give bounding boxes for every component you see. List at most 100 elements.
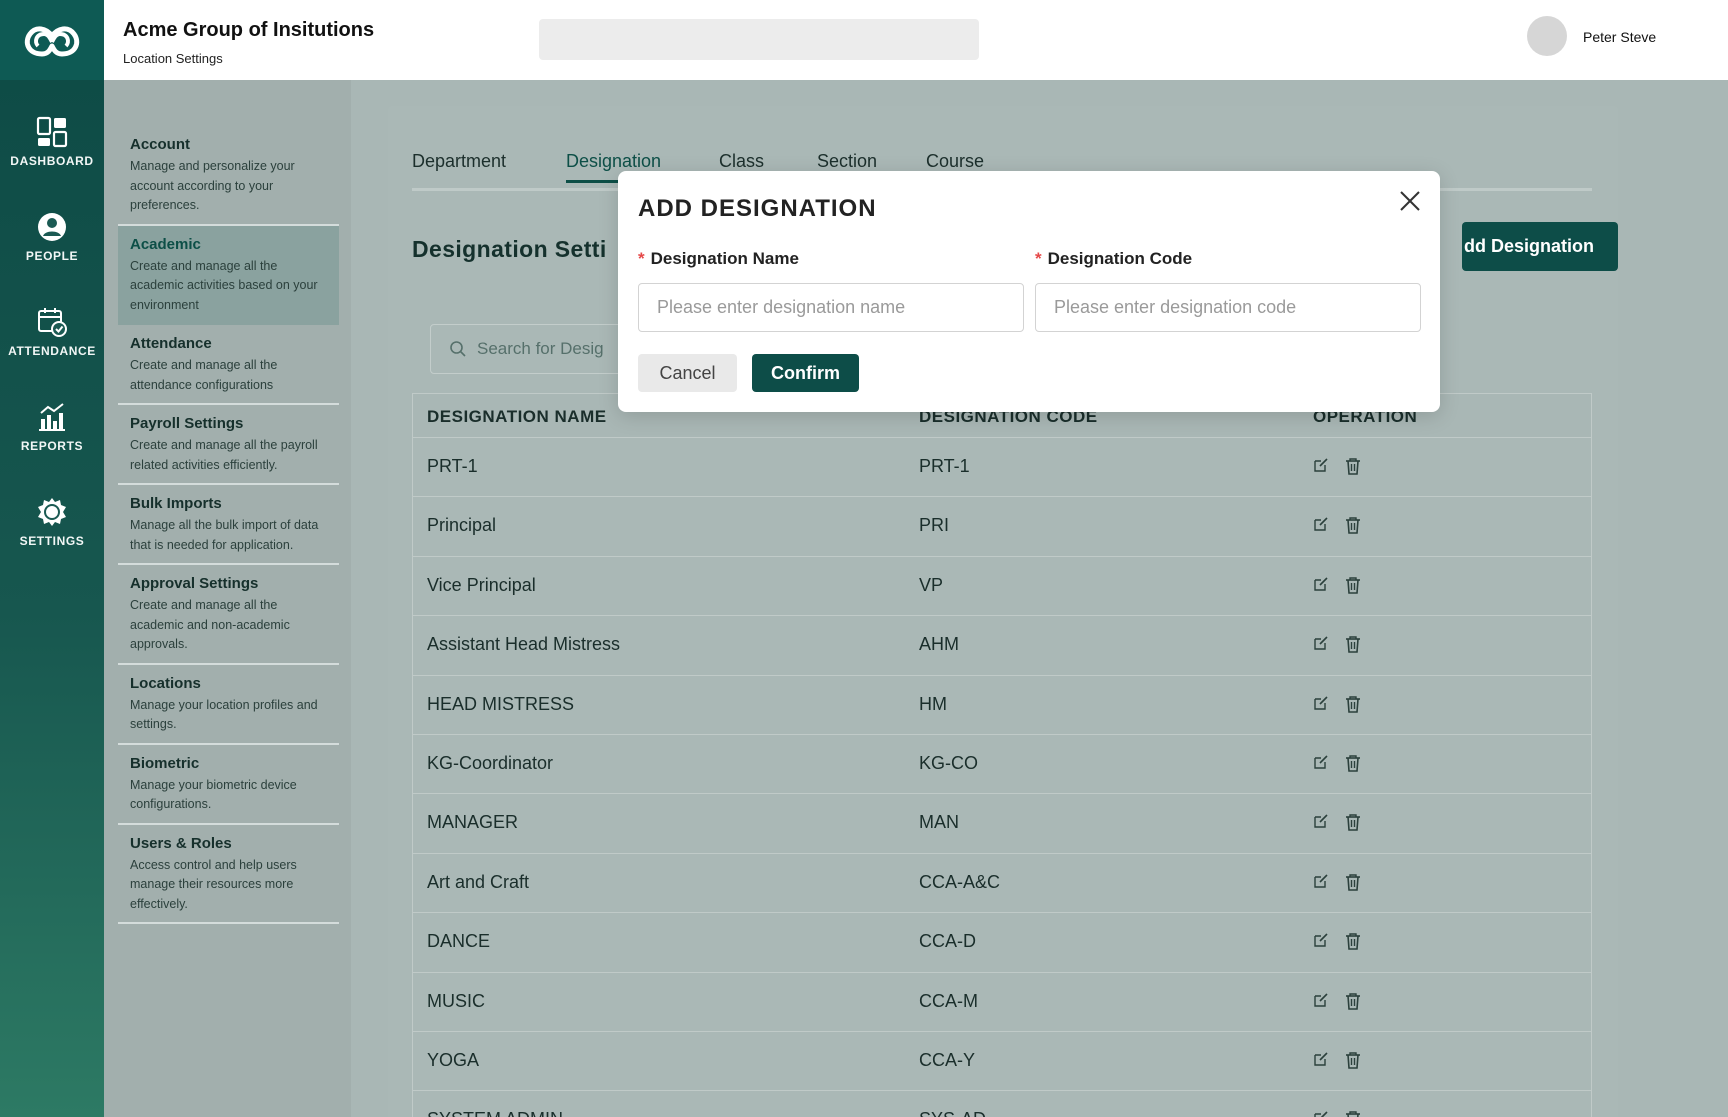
add-designation-button[interactable]: dd Designation [1462,222,1618,271]
designation-code-cell: MAN [919,812,959,833]
edit-icon[interactable] [1313,457,1329,480]
settings-nav-approval[interactable]: Approval Settings Create and manage all … [118,565,339,665]
search-placeholder: Search for Desig [477,339,604,358]
designation-code-cell: CCA-Y [919,1049,976,1070]
table-row: Assistant Head Mistress AHM [412,616,1592,676]
rail-item-reports[interactable]: REPORTS [0,401,104,453]
rail-item-attendance[interactable]: ATTENDANCE [0,306,104,358]
settings-nav-title: Approval Settings [130,575,259,592]
top-header: Acme Group of Insitutions Location Setti… [104,0,1728,80]
trash-icon[interactable] [1345,695,1361,718]
designation-table: DESIGNATION NAME DESIGNATION CODE OPERAT… [412,393,1592,1117]
close-icon[interactable] [1396,187,1424,215]
settings-nav-desc: Manage all the bulk import of data that … [130,518,319,552]
settings-nav-desc: Create and manage all the academic activ… [130,258,318,312]
edit-icon[interactable] [1313,1051,1329,1074]
trash-icon[interactable] [1345,457,1361,480]
user-name[interactable]: Peter Steve [1583,29,1656,45]
settings-nav-users-roles[interactable]: Users & Roles Access control and help us… [118,825,339,924]
app-logo[interactable] [0,0,104,80]
add-designation-modal: ADD DESIGNATION * Designation Name * Desig… [618,171,1440,412]
designation-code-cell: CCA-M [919,990,978,1011]
reports-icon [39,403,65,431]
edit-icon[interactable] [1313,932,1329,955]
row-operations [1313,1051,1361,1074]
people-icon [38,213,66,241]
table-row: SYSTEM ADMIN SYS-AD [412,1091,1592,1117]
row-operations [1313,457,1361,480]
designation-name-cell: KG-Coordinator [427,752,554,773]
designation-code-cell: PRI [919,515,950,536]
avatar[interactable] [1527,16,1567,56]
confirm-button[interactable]: Confirm [752,354,859,392]
designation-name-input[interactable] [638,283,1024,332]
row-operations [1313,813,1361,836]
settings-nav-title: Locations [130,674,201,692]
designation-name-cell: MUSIC [427,990,485,1011]
cancel-button[interactable]: Cancel [638,354,737,392]
trash-icon[interactable] [1345,992,1361,1015]
left-rail: DASHBOARD PEOPLE ATTENDANCE REPORTS SETT… [0,0,104,1117]
trash-icon[interactable] [1345,635,1361,658]
table-row: Principal PRI [412,497,1592,557]
rail-item-people[interactable]: PEOPLE [0,211,104,263]
settings-nav-bulk-imports[interactable]: Bulk Imports Manage all the bulk import … [118,485,339,565]
table-row: MANAGER MAN [412,794,1592,854]
designation-name-cell: Assistant Head Mistress [427,634,621,655]
designation-code-input[interactable] [1035,283,1421,332]
logo-icon [24,26,80,57]
designation-code-cell: CCA-A&C [919,871,1001,892]
row-operations [1313,1110,1361,1117]
trash-icon[interactable] [1345,813,1361,836]
settings-nav-title: Payroll Settings [130,415,244,432]
edit-icon[interactable] [1313,1110,1329,1117]
edit-icon[interactable] [1313,695,1329,718]
trash-icon[interactable] [1345,754,1361,777]
designation-name-cell: DANCE [427,931,491,952]
settings-nav-desc: Manage your location profiles and settin… [130,697,318,732]
edit-icon[interactable] [1313,576,1329,599]
edit-icon[interactable] [1313,813,1329,836]
designation-name-cell: PRT-1 [427,456,478,476]
designation-name-cell: Art and Craft [427,871,530,892]
edit-icon[interactable] [1313,873,1329,896]
edit-icon[interactable] [1313,516,1329,539]
settings-nav-attendance[interactable]: Attendance Create and manage all the att… [118,325,339,405]
table-row: HEAD MISTRESS HM [412,675,1592,735]
section-title: Designation Setti [412,236,607,262]
attendance-icon [38,308,67,337]
edit-icon[interactable] [1313,754,1329,777]
edit-icon[interactable] [1313,635,1329,658]
table-row: PRT-1 PRT-1 [412,438,1592,498]
tab-department[interactable]: Department [412,151,506,180]
settings-nav-title: Academic [130,235,201,253]
designation-code-cell: KG-CO [919,752,979,773]
row-operations [1313,873,1361,896]
designation-name-label: * Designation Name [638,249,799,269]
settings-nav-payroll[interactable]: Payroll Settings Create and manage all t… [118,405,339,485]
table-row: Art and Craft CCA-A&C [412,853,1592,914]
settings-nav-locations[interactable]: Locations Manage your location profiles … [118,665,339,745]
rail-item-settings[interactable]: SETTINGS [0,496,104,548]
settings-nav-desc: Create and manage all the payroll relate… [130,438,318,472]
designation-code-cell: SYS-AD [919,1109,986,1117]
trash-icon[interactable] [1345,873,1361,896]
settings-nav-academic[interactable]: Academic Create and manage all the acade… [118,225,339,325]
row-operations [1313,992,1361,1015]
designation-name-cell: MANAGER [427,812,519,833]
trash-icon[interactable] [1345,516,1361,539]
trash-icon[interactable] [1345,1110,1361,1117]
page-subtitle: Location Settings [123,51,223,66]
designation-code-cell: HM [919,693,947,714]
trash-icon[interactable] [1345,932,1361,955]
header-search-bar[interactable] [539,19,979,60]
column-header-name: DESIGNATION NAME [427,407,607,426]
trash-icon[interactable] [1345,576,1361,599]
settings-nav-biometric[interactable]: Biometric Manage your biometric device c… [118,745,339,825]
rail-item-dashboard[interactable]: DASHBOARD [0,116,104,168]
row-operations [1313,516,1361,539]
trash-icon[interactable] [1345,1051,1361,1074]
edit-icon[interactable] [1313,992,1329,1015]
settings-nav-account[interactable]: Account Manage and personalize your acco… [118,126,339,226]
designation-name-label-text: Designation Name [650,249,799,268]
